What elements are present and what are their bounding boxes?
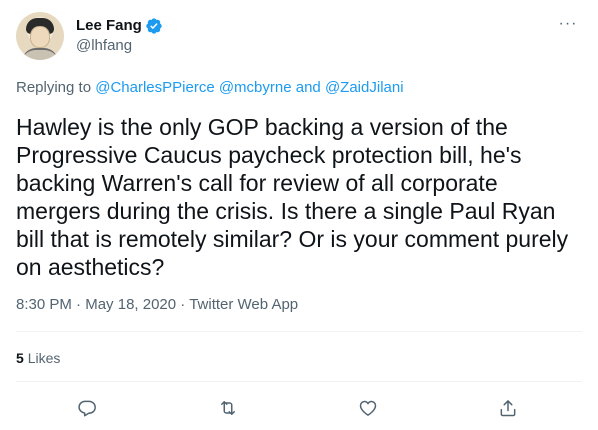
share-icon <box>500 400 516 417</box>
divider <box>16 331 582 332</box>
replying-to: Replying to @CharlesPPierce @mcbyrne and… <box>16 78 404 98</box>
author-name-row[interactable]: Lee Fang <box>76 16 163 36</box>
verified-badge-icon <box>146 18 162 34</box>
more-options-icon[interactable]: ··· <box>556 16 580 36</box>
meta-separator: · <box>180 296 186 313</box>
like-button[interactable] <box>353 393 383 423</box>
like-icon <box>359 400 377 416</box>
tweet-time[interactable]: 8:30 PM <box>16 296 72 313</box>
share-button[interactable] <box>493 393 523 423</box>
meta-separator: · <box>76 296 82 313</box>
retweet-icon <box>221 401 235 415</box>
reply-button[interactable] <box>72 393 102 423</box>
author-block: Lee Fang @lhfang <box>76 16 163 56</box>
likes-label: Likes <box>27 350 61 366</box>
likes-stat[interactable]: 5 Likes <box>16 348 60 368</box>
mention-link[interactable]: @CharlesPPierce <box>95 79 214 96</box>
replying-prefix: Replying to <box>16 79 92 96</box>
mention-link[interactable]: @mcbyrne <box>219 79 292 96</box>
tweet-date[interactable]: May 18, 2020 <box>85 296 176 313</box>
likes-count: 5 <box>16 350 24 366</box>
divider <box>16 381 582 382</box>
replying-conjunction[interactable]: and <box>296 79 321 96</box>
action-bar <box>16 393 582 423</box>
tweet-source[interactable]: Twitter Web App <box>189 296 298 313</box>
tweet: Lee Fang @lhfang ··· Replying to @Charle… <box>0 0 598 430</box>
tweet-meta: 8:30 PM · May 18, 2020 · Twitter Web App <box>16 295 298 315</box>
author-handle[interactable]: @lhfang <box>76 36 163 56</box>
retweet-button[interactable] <box>213 393 243 423</box>
tweet-header: Lee Fang @lhfang ··· <box>16 12 582 62</box>
tweet-text: Hawley is the only GOP backing a version… <box>16 114 569 280</box>
mention-link[interactable]: @ZaidJilani <box>325 79 404 96</box>
reply-icon <box>78 400 96 417</box>
author-display-name[interactable]: Lee Fang <box>76 16 142 36</box>
avatar[interactable] <box>16 12 64 60</box>
